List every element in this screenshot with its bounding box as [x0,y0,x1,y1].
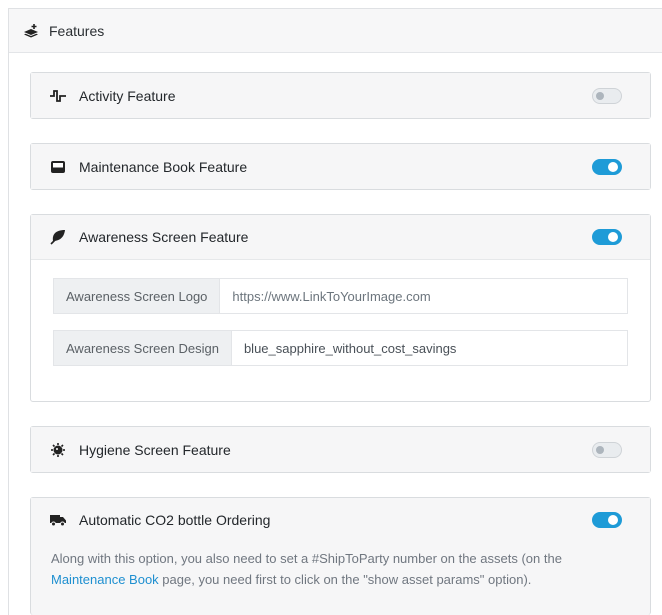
features-panel-header: Features [9,9,662,53]
awareness-design-input-group: Awareness Screen Design blue_sapphire_wi… [53,330,628,366]
co2-ordering-description: Along with this option, you also need to… [31,542,650,600]
maintenance-book-feature-toggle[interactable] [592,158,622,175]
panel-title: Features [49,22,105,39]
layers-plus-icon [23,23,39,39]
hygiene-screen-feature-card: Hygiene Screen Feature [30,426,651,473]
co2-ordering-feature-label: Automatic CO2 bottle Ordering [79,512,271,528]
awareness-logo-input-group: Awareness Screen Logo https://www.LinkTo… [53,278,628,314]
activity-feature-card: Activity Feature [30,72,651,119]
awareness-screen-feature-card: Awareness Screen Feature Awareness Scree… [30,214,651,402]
awareness-design-label: Awareness Screen Design [53,330,231,366]
virus-icon [49,441,67,459]
co2-ordering-feature-card: Automatic CO2 bottle Ordering Along with… [30,497,651,615]
inbox-tray-icon [49,158,67,176]
awareness-logo-label: Awareness Screen Logo [53,278,220,314]
awareness-design-input[interactable]: blue_sapphire_without_cost_savings [230,330,628,366]
hygiene-screen-feature-toggle[interactable] [592,441,622,458]
awareness-logo-input[interactable]: https://www.LinkToYourImage.com [219,278,628,314]
hygiene-screen-feature-label: Hygiene Screen Feature [79,441,231,458]
leaf-icon [49,228,67,246]
awareness-screen-feature-toggle[interactable] [592,229,622,245]
co2-ordering-feature-toggle[interactable] [592,512,622,528]
co2-description-text-end: page, you need first to click on the "sh… [158,572,532,587]
activity-feature-toggle[interactable] [592,87,622,104]
activity-feature-label: Activity Feature [79,87,176,104]
maintenance-book-link[interactable]: Maintenance Book [51,572,159,587]
co2-description-text-start: Along with this option, you also need to… [51,551,562,566]
maintenance-book-feature-label: Maintenance Book Feature [79,158,248,175]
maintenance-book-feature-card: Maintenance Book Feature [30,143,651,190]
truck-icon [49,511,67,529]
awareness-screen-feature-label: Awareness Screen Feature [79,229,249,245]
pulse-icon [49,87,67,105]
